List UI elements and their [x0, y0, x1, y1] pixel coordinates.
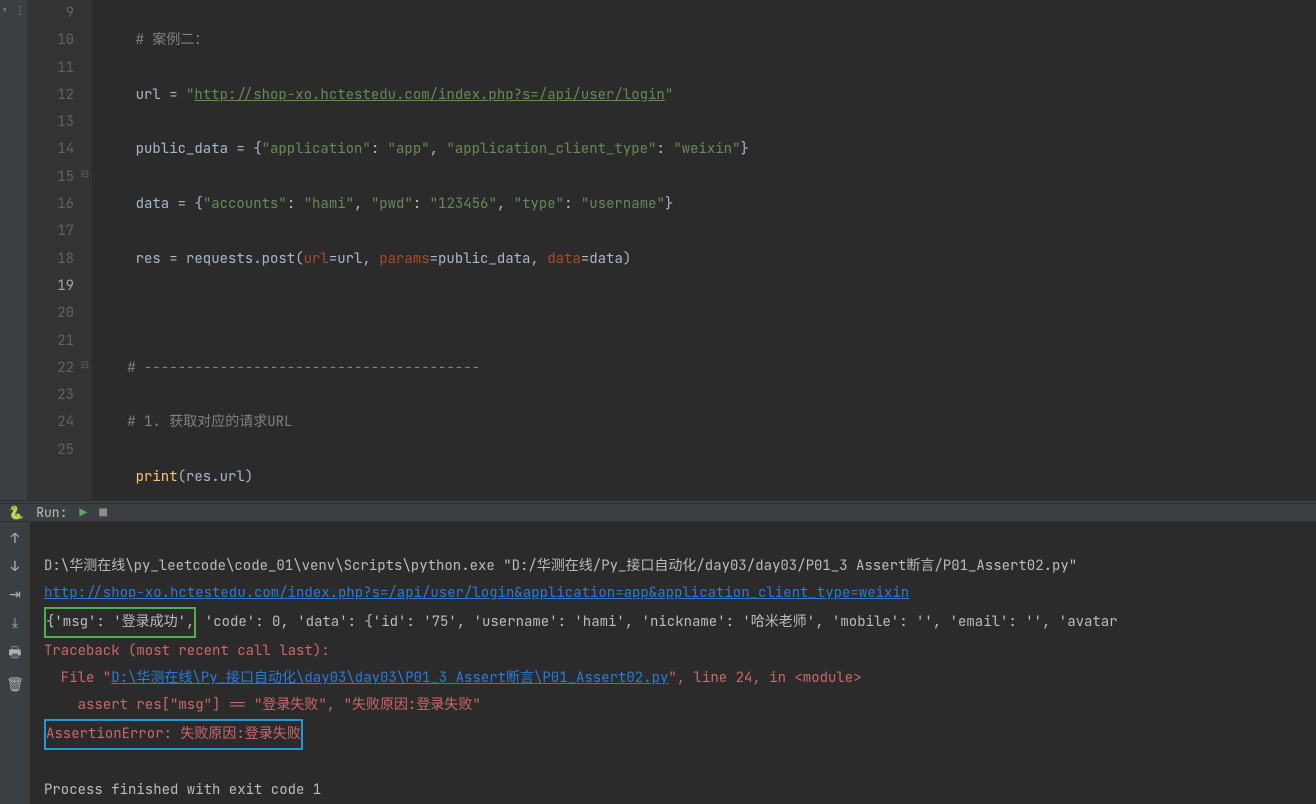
step-up-icon[interactable]: ↑ [11, 530, 19, 548]
traceback-line: Traceback (most recent call last): [44, 642, 330, 660]
code-text: url = [136, 86, 186, 104]
chevron-down-icon[interactable]: ▾ ⋮ [1, 2, 25, 20]
stop-button[interactable]: ■ [99, 504, 107, 521]
highlight-actual-msg: {'msg': '登录成功', [44, 607, 196, 638]
url-link[interactable]: http://shop-xo.hctestedu.com/index.php?s… [194, 86, 664, 104]
run-header: 🐍 Run: ▶ ■ [0, 504, 1316, 522]
run-button[interactable]: ▶ [79, 504, 87, 521]
run-side-toolbar: ↑ ↓ ⇥ ⤓ 🖶 🗑 [0, 522, 30, 804]
code-editor[interactable]: # 案例二： url = "http://shop-xo.hctestedu.c… [92, 0, 1316, 500]
scroll-end-icon[interactable]: ⤓ [12, 614, 18, 632]
soft-wrap-icon[interactable]: ⇥ [9, 586, 21, 604]
exit-code-line: Process finished with exit code 1 [44, 781, 321, 799]
step-down-icon[interactable]: ↓ [11, 558, 19, 576]
trash-icon[interactable]: 🗑 [6, 676, 24, 694]
console-url-link[interactable]: http://shop-xo.hctestedu.com/index.php?s… [44, 584, 909, 602]
fold-toggle-icon[interactable]: ⊟ [80, 169, 90, 179]
run-label: Run: [36, 504, 67, 521]
console-cmd: D:\华测在线\py_leetcode\code_01\venv\Scripts… [44, 557, 1077, 575]
run-tool-window: 🐍 Run: ▶ ■ ↑ ↓ ⇥ ⤓ 🖶 🗑 D:\华测在线\py_leetco… [0, 504, 1316, 804]
fold-toggle-icon[interactable]: ⊟ [80, 360, 90, 370]
print-icon[interactable]: 🖶 [8, 642, 21, 666]
line-number-gutter[interactable]: 9 10 11 12 13 14 15 16 17 18 19 20 21 22… [28, 0, 92, 500]
python-icon: 🐍 [8, 504, 24, 521]
editor-area: ▾ ⋮ 9 10 11 12 13 14 15 16 17 18 19 20 2… [0, 0, 1316, 500]
console-output[interactable]: D:\华测在线\py_leetcode\code_01\venv\Scripts… [30, 522, 1316, 804]
highlight-assertion-error: AssertionError: 失败原因:登录失败 [44, 719, 303, 750]
traceback-file-link[interactable]: D:\华测在线\Py_接口自动化\day03\day03\P01_3 Asser… [111, 669, 668, 687]
project-tool-rail[interactable]: ▾ ⋮ [0, 0, 28, 500]
code-comment: # 案例二： [136, 31, 209, 49]
